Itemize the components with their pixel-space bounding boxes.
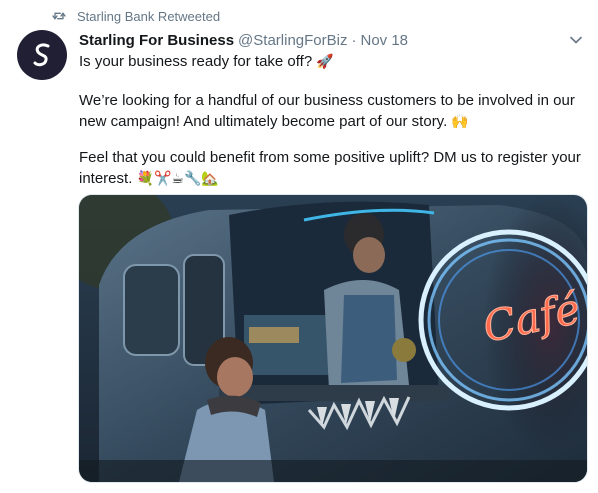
emoji-sequence: 💐✂️☕🔧🏡 [136,170,219,186]
user-handle[interactable]: @StarlingForBiz [238,32,347,49]
tweet-paragraph-2-text: We’re looking for a handful of our busin… [79,92,575,130]
tweet-date[interactable]: Nov 18 [360,32,408,49]
tweet-paragraph-2: We’re looking for a handful of our busin… [79,91,589,132]
tweet-media[interactable]: Café [78,194,588,483]
tweet-line-1-text: Is your business ready for take off? [79,53,313,70]
tweet-line-1: Is your business ready for take off? 🚀 [79,51,589,72]
food-truck-photo: Café [79,195,587,482]
rocket-emoji: 🚀 [316,53,334,69]
display-name[interactable]: Starling For Business [79,32,234,49]
retweet-label: Starling Bank Retweeted [77,8,221,24]
tweet-header: Starling For Business @StarlingForBiz · … [79,30,578,50]
tweet-paragraph-3: Feel that you could benefit from some po… [79,148,589,189]
chevron-down-icon[interactable] [569,33,583,47]
retweet-context[interactable]: Starling Bank Retweeted [51,7,220,25]
avatar[interactable] [17,30,67,80]
raised-hands-emoji: 🙌 [451,113,469,129]
separator-dot: · [351,31,357,49]
starling-logo-icon [33,43,50,67]
retweet-icon [52,12,66,20]
